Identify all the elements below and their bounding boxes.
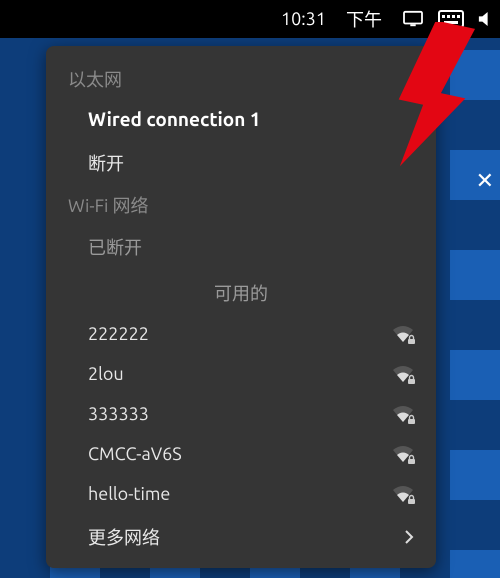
wifi-ssid: 222222 [88,324,384,344]
wifi-signal-icon [384,365,414,383]
clock-ampm: 下午 [346,6,382,32]
wifi-section-title: Wi-Fi 网络 [46,186,436,224]
wifi-ssid: 2lou [88,364,384,384]
lock-icon [407,494,416,505]
wifi-network-row[interactable]: 2lou [46,354,436,394]
wifi-network-row[interactable]: 222222 [46,314,436,354]
lock-icon [407,454,416,465]
wifi-signal-icon [384,405,414,423]
lock-icon [407,374,416,385]
close-icon[interactable]: ✕ [476,168,494,194]
clock-time: 10:31 [281,9,326,29]
wifi-network-row[interactable]: 333333 [46,394,436,434]
wifi-network-row[interactable]: CMCC-aV6S [46,434,436,474]
network-indicator-icon[interactable] [402,10,424,28]
volume-indicator-icon[interactable] [478,10,492,28]
ethernet-connection-label: Wired connection 1 [88,108,414,130]
ethernet-disconnect-label: 断开 [88,150,414,176]
chevron-right-icon [404,530,414,544]
wifi-ssid: 333333 [88,404,384,424]
topbar: 10:31 下午 [0,0,500,38]
wifi-more-networks-row[interactable]: 更多网络 [46,514,436,560]
lock-icon [407,334,416,345]
ethernet-section-title: 以太网 [46,60,436,98]
wifi-signal-icon [384,325,414,343]
ethernet-disconnect-row[interactable]: 断开 [46,140,436,186]
ethernet-connection-row[interactable]: Wired connection 1 [46,98,436,140]
network-menu-panel: 以太网 Wired connection 1 断开 Wi-Fi 网络 已断开 可… [46,46,436,568]
wifi-ssid: CMCC-aV6S [88,444,384,464]
wifi-signal-icon [384,485,414,503]
wifi-ssid: hello-time [88,484,384,504]
wifi-available-label: 可用的 [46,270,436,314]
wifi-status-label: 已断开 [88,234,414,260]
wifi-network-row[interactable]: hello-time [46,474,436,514]
lock-icon [407,414,416,425]
wifi-status-row: 已断开 [46,224,436,270]
wifi-more-label: 更多网络 [88,524,404,550]
wifi-signal-icon [384,445,414,463]
keyboard-indicator-icon[interactable] [438,10,464,28]
